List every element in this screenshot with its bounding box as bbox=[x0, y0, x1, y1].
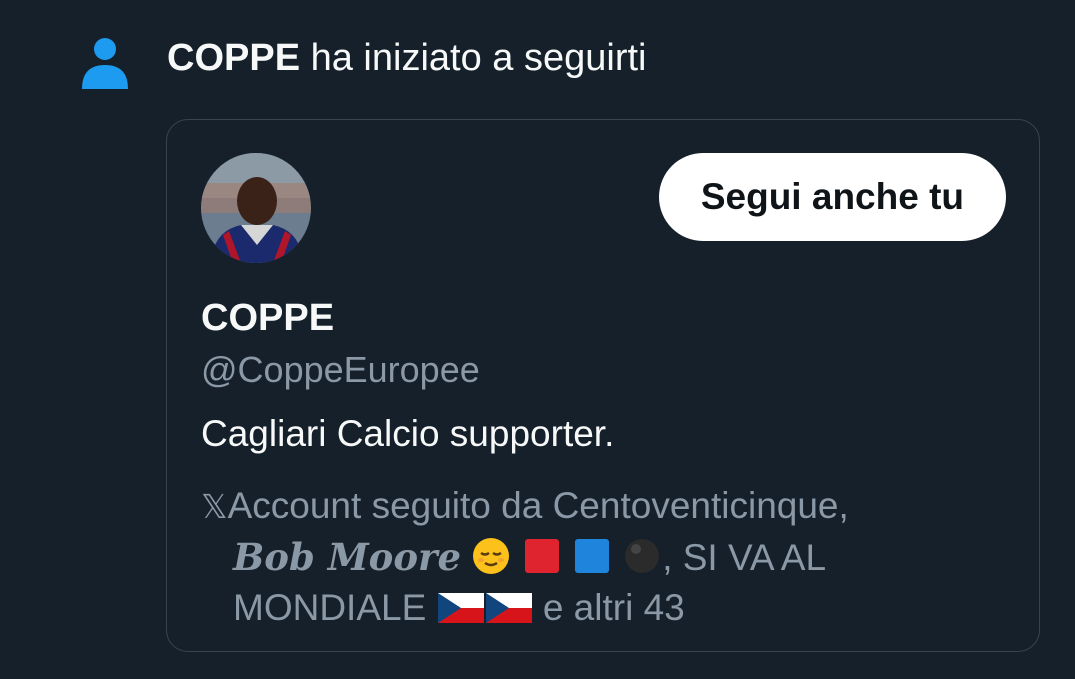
user-handle[interactable]: @CoppeEuropee bbox=[201, 348, 480, 392]
czech-flag-emoji bbox=[437, 590, 485, 626]
czech-flag-emoji bbox=[485, 590, 533, 626]
blue-square-emoji bbox=[572, 536, 612, 576]
red-square-emoji bbox=[522, 536, 562, 576]
action-text: ha iniziato a seguirti bbox=[310, 37, 647, 79]
notification-text: COPPE ha iniziato a seguirti bbox=[167, 36, 646, 80]
follower-name-bob: Bob Moore bbox=[233, 535, 462, 579]
relieved-face-emoji bbox=[471, 536, 511, 576]
followed-by-prefix: Account seguito da Centoventicinque, bbox=[227, 485, 849, 526]
follower-name-si-va-part1: , SI VA AL bbox=[662, 537, 827, 578]
display-name[interactable]: COPPE bbox=[201, 296, 334, 340]
black-circle-emoji bbox=[622, 536, 662, 576]
followed-by-suffix: e altri 43 bbox=[542, 587, 685, 628]
follow-back-button[interactable]: Segui anche tu bbox=[658, 153, 1006, 241]
bio-text: Cagliari Calcio supporter. bbox=[201, 413, 615, 454]
followed-by-text[interactable]: 𝕏Account seguito da Centoventicinque, Bo… bbox=[201, 481, 1001, 633]
x-logo-icon: 𝕏 bbox=[201, 487, 228, 526]
avatar[interactable] bbox=[201, 153, 311, 263]
follow-notification[interactable]: COPPE ha iniziato a seguirti Segui anche… bbox=[0, 0, 1075, 679]
profile-card[interactable]: Segui anche tu COPPE @CoppeEuropee Cagli… bbox=[166, 119, 1040, 652]
person-icon bbox=[82, 38, 128, 89]
follower-name-si-va-part2: MONDIALE bbox=[233, 587, 427, 628]
actor-name[interactable]: COPPE bbox=[167, 37, 300, 79]
